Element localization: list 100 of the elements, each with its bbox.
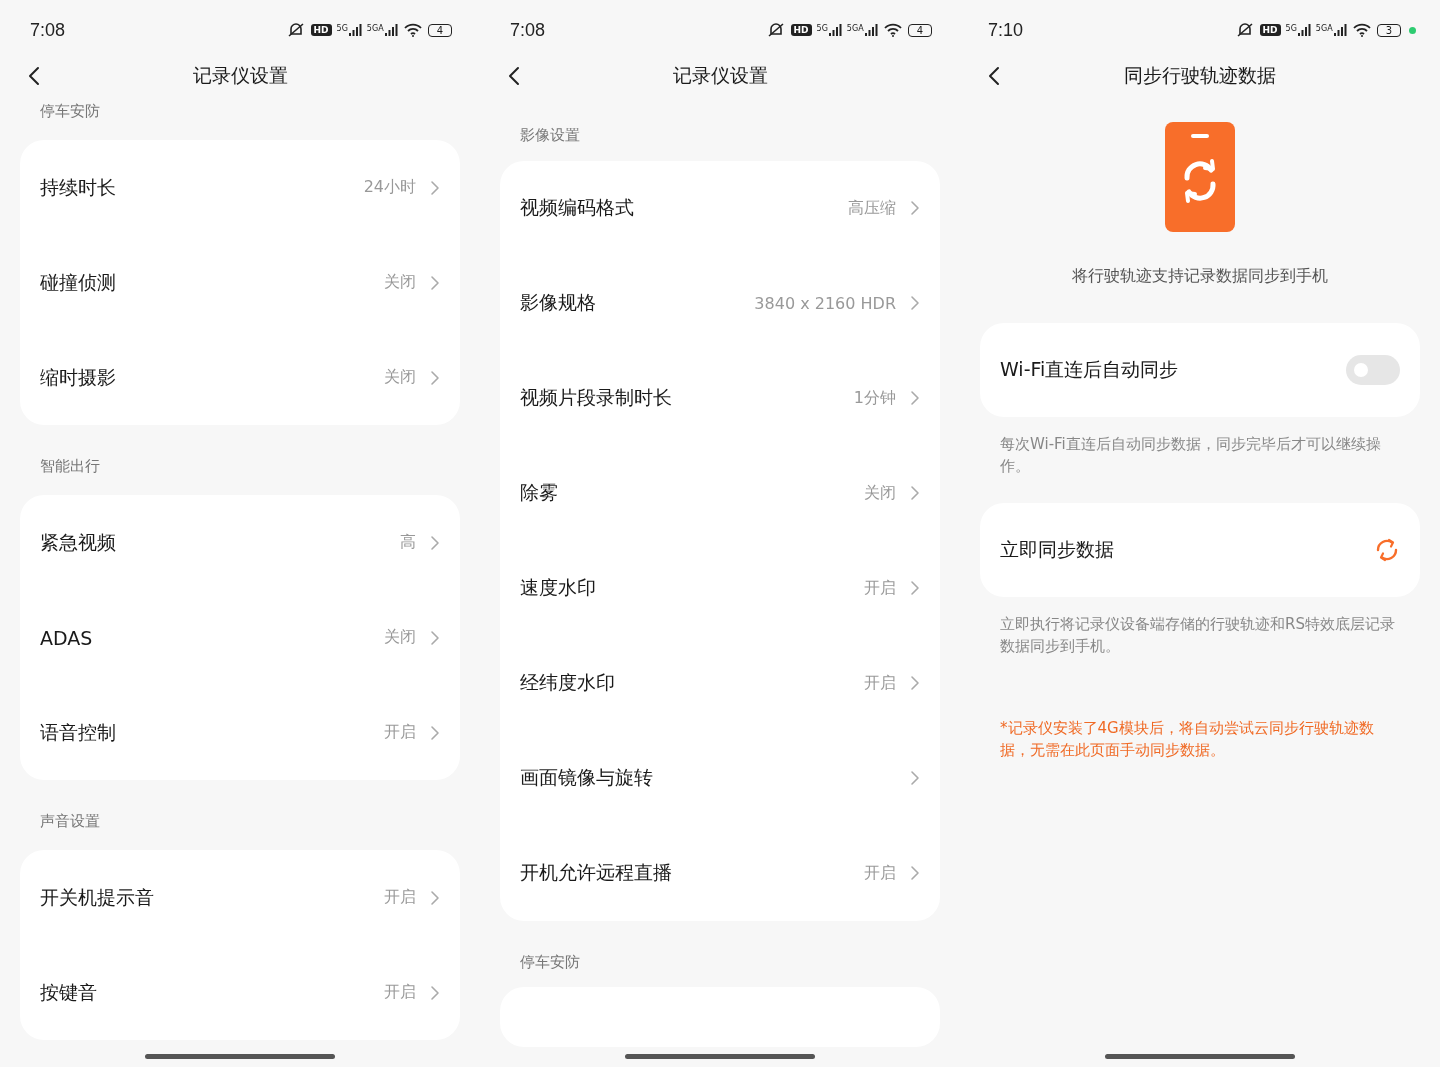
chevron-right-icon [430,724,440,741]
chevron-right-icon [910,390,920,406]
setting-value: 开启 [384,887,416,908]
signal-icon [348,24,362,36]
description-text: 将行驶轨迹支持记录数据同步到手机 [1072,266,1328,287]
setting-value: 关闭 [384,367,416,388]
setting-label: ADAS [40,626,93,649]
setting-label: 开关机提示音 [40,884,154,910]
chevron-right-icon [910,770,920,786]
chevron-right-icon [910,200,920,216]
setting-row[interactable]: 紧急视频 高 [20,495,460,590]
hd-badge: HD [790,24,812,36]
setting-row[interactable]: 影像规格 3840 x 2160 HDR [500,255,940,351]
home-indicator[interactable] [625,1054,815,1059]
screen-title: 记录仪设置 [191,63,289,88]
setting-row[interactable]: ADAS 关闭 [20,590,460,685]
setting-row[interactable]: 语音控制 开启 [20,685,460,780]
setting-value: 关闭 [864,482,896,504]
chevron-right-icon [430,629,440,646]
signal-icon [828,24,842,36]
back-button[interactable] [506,64,522,88]
back-button[interactable] [986,64,1002,88]
setting-row[interactable]: 除雾 关闭 [500,445,940,541]
back-icon [988,66,1000,86]
setting-value: 开启 [384,722,416,743]
setting-row[interactable]: 画面镜像与旋转 [500,730,940,826]
sync-icon [1374,537,1400,563]
network-label: 5G [1285,24,1297,33]
setting-label: 视频编码格式 [520,195,634,220]
section-header: 停车安防 [39,102,101,122]
chevron-right-icon [430,534,440,551]
network-label: 5GA [1315,24,1333,33]
screen-title: 记录仪设置 [671,63,769,88]
setting-value: 开启 [384,982,416,1003]
signal-icon [1297,24,1311,36]
chevron-right-icon [430,889,440,906]
toggle-switch[interactable] [1346,355,1400,385]
wifi-icon [402,23,423,37]
setting-value: 关闭 [384,627,416,648]
setting-label: 影像规格 [520,290,596,315]
back-icon [508,66,520,86]
battery-indicator: 3 [1376,23,1401,37]
wifi-icon [1351,23,1372,37]
back-button[interactable] [26,64,42,88]
home-indicator[interactable] [145,1054,335,1059]
setting-row[interactable]: 速度水印 开启 [500,540,940,636]
setting-label: 除雾 [520,480,558,505]
setting-value: 关闭 [384,272,416,293]
hint-text: 每次Wi-Fi直连后自动同步数据，同步完毕后才可以继续操作。 [999,434,1382,477]
sync-now-card[interactable]: 立即同步数据 [980,503,1420,597]
setting-value: 开启 [864,862,896,884]
setting-label: 紧急视频 [40,529,116,555]
setting-label: 速度水印 [520,575,596,600]
hd-badge: HD [310,24,332,36]
setting-value: 1分钟 [853,387,896,409]
setting-label: 语音控制 [40,719,116,745]
setting-label: 开机允许远程直播 [520,860,672,885]
network-label: 5GA [366,24,384,33]
setting-label: 立即同步数据 [1000,537,1114,562]
setting-value: 高压缩 [848,197,896,219]
hd-badge: HD [1259,24,1281,36]
setting-value: 开启 [864,672,896,694]
setting-row[interactable]: 开机允许远程直播 开启 [500,825,940,921]
chevron-right-icon [910,295,920,311]
setting-row[interactable]: 视频编码格式 高压缩 [500,160,940,256]
wifi-icon [882,23,903,37]
setting-row[interactable]: 缩时摄影 关闭 [20,330,460,425]
setting-label: 经纬度水印 [520,670,615,695]
chevron-right-icon [430,984,440,1001]
setting-row[interactable]: 经纬度水印 开启 [500,635,940,731]
section-header: 停车安防 [519,952,581,973]
clock-time: 7:08 [30,19,66,41]
setting-label: 视频片段录制时长 [520,385,672,410]
network-label: 5G [816,24,828,33]
warning-text: *记录仪安装了4G模块后，将自动尝试云同步行驶轨迹数据，无需在此页面手动同步数据。 [999,718,1375,761]
battery-indicator: 4 [427,23,452,37]
home-indicator[interactable] [1105,1054,1295,1059]
network-label: 5G [336,24,348,33]
setting-label: 缩时摄影 [40,364,116,390]
setting-row[interactable]: 按键音 开启 [20,945,460,1040]
setting-label: 持续时长 [40,174,116,200]
chevron-right-icon [430,369,440,386]
screen-title: 同步行驶轨迹数据 [1123,63,1277,88]
chevron-right-icon [910,485,920,501]
setting-row[interactable]: 视频片段录制时长 1分钟 [500,350,940,446]
section-header: 影像设置 [519,126,581,146]
back-icon [28,66,40,86]
setting-value: 3840 x 2160 HDR [754,293,896,313]
setting-value: 开启 [864,577,896,599]
setting-row[interactable]: 碰撞侦测 关闭 [20,235,460,330]
setting-value: 高 [400,532,416,553]
hint-text: 立即执行将记录仪设备端存储的行驶轨迹和RS特效底层记录数据同步到手机。 [999,614,1396,657]
chevron-right-icon [430,179,440,196]
clock-time: 7:08 [510,19,546,41]
signal-icon [1333,24,1347,36]
setting-row[interactable]: 持续时长 24小时 [20,140,460,235]
setting-row[interactable]: 开关机提示音 开启 [20,850,460,945]
clock-time: 7:10 [988,19,1024,41]
setting-label: 碰撞侦测 [40,269,116,295]
phone-sync-icon [1165,122,1235,232]
